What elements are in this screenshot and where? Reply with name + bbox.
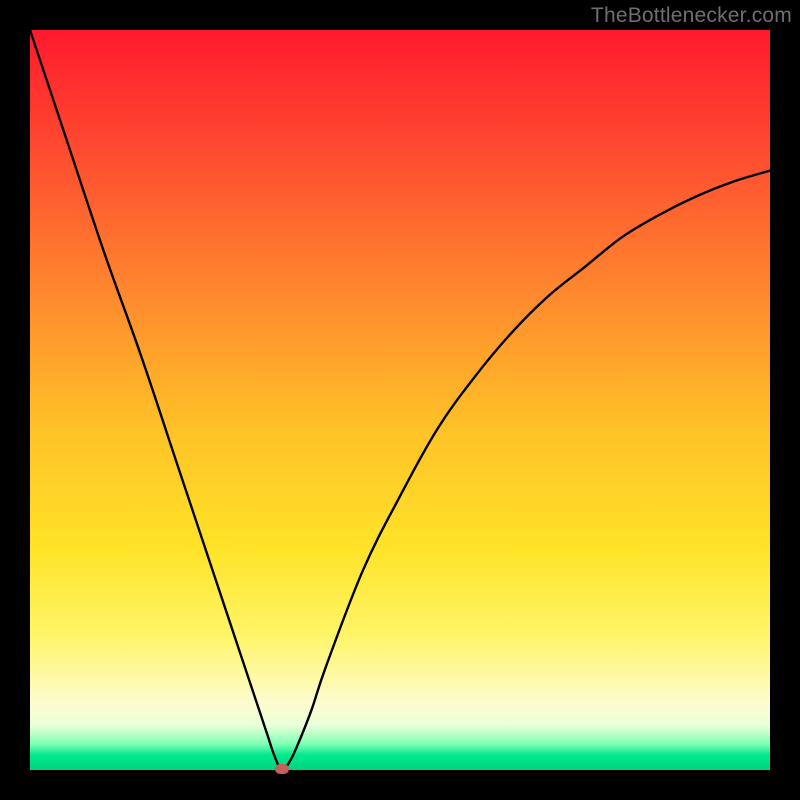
bottleneck-curve bbox=[30, 30, 770, 770]
optimal-point-marker bbox=[275, 764, 289, 774]
watermark-text: TheBottlenecker.com bbox=[591, 4, 792, 28]
chart-plot-area bbox=[30, 30, 770, 770]
chart-frame: TheBottlenecker.com bbox=[0, 0, 800, 800]
